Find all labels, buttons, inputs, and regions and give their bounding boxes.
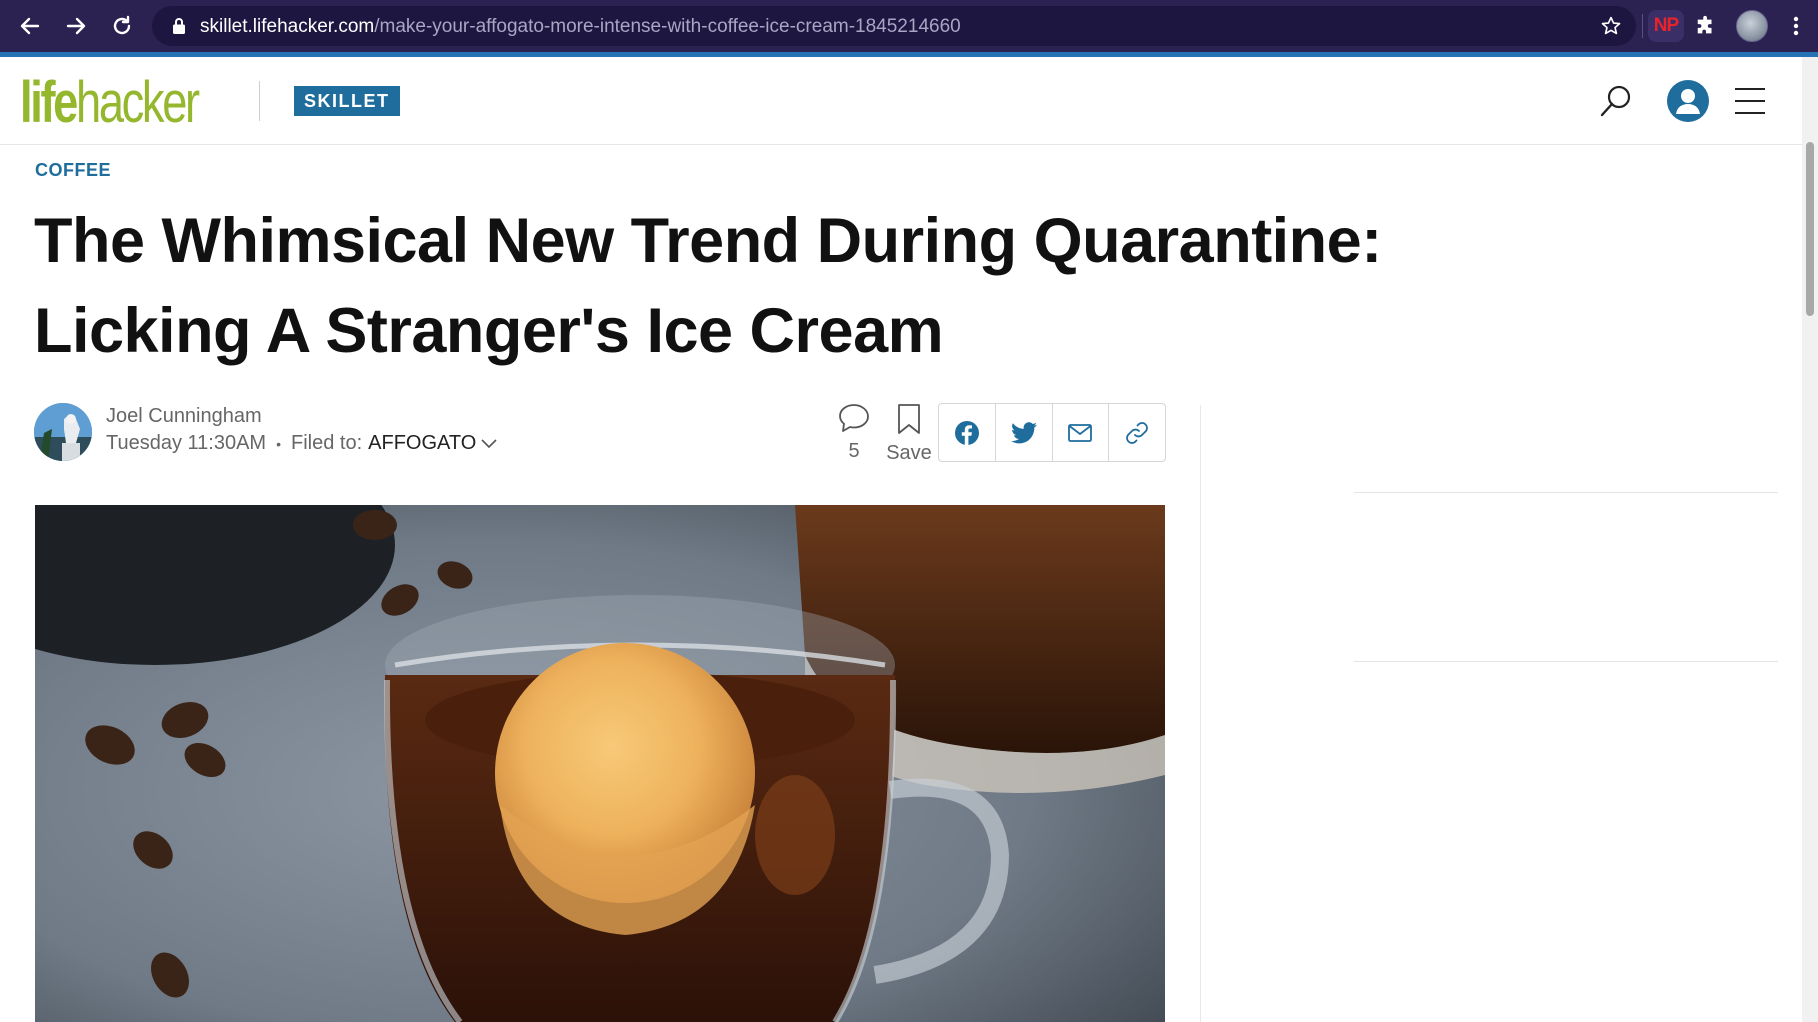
article-category-link[interactable]: COFFEE [35,160,111,181]
sidebar-divider [1200,405,1201,1022]
link-icon [1126,421,1149,444]
publish-date: Tuesday 11:30AM [106,432,267,454]
filed-to-tag-link[interactable]: AFFOGATO [368,432,476,455]
back-button[interactable] [12,8,48,44]
logo-text-hacker: hacker [76,70,200,135]
share-twitter-button[interactable] [996,404,1053,461]
star-icon[interactable] [1600,15,1622,37]
np-extension-button[interactable]: NP [1648,10,1684,42]
address-bar[interactable]: skillet.lifehacker.com/make-your-affogat… [152,6,1636,46]
forward-arrow-icon [66,17,86,35]
forward-button[interactable] [58,8,94,44]
url-text: skillet.lifehacker.com/make-your-affogat… [200,16,961,38]
user-icon [1667,80,1709,122]
comment-count: 5 [848,440,860,462]
site-header: life hacker SKILLET [0,57,1802,145]
account-button[interactable] [1666,79,1710,123]
puzzle-icon [1697,15,1712,34]
hamburger-menu-icon [1735,88,1765,114]
chrome-menu-button[interactable] [1778,8,1814,44]
profile-avatar[interactable] [1736,10,1768,42]
kebab-menu-icon [1793,16,1799,36]
lifehacker-logo[interactable]: life hacker [20,69,200,135]
menu-button[interactable] [1734,79,1766,123]
sidebar-ad-rule-top [1354,492,1778,493]
page-scrollbar-thumb[interactable] [1806,142,1814,316]
comment-bubble-icon [839,404,869,432]
author-avatar[interactable] [34,403,92,461]
header-divider [259,81,260,121]
byline-separator-dot: • [276,435,281,452]
share-toolbar [938,403,1166,462]
hero-illustration [35,505,1165,1022]
twitter-icon [1010,421,1037,443]
sidebar-ad-rule-bottom [1354,661,1778,662]
author-name[interactable]: Joel Cunningham [106,405,262,428]
facebook-icon [954,420,979,445]
save-button[interactable]: Save [886,403,932,465]
chevron-down-icon[interactable] [480,438,498,450]
filed-to-label: Filed to: [291,432,363,454]
search-icon [1600,85,1631,117]
url-path: /make-your-affogato-more-intense-with-co… [374,16,961,37]
browser-toolbar: skillet.lifehacker.com/make-your-affogat… [0,0,1818,52]
share-facebook-button[interactable] [939,404,996,461]
share-email-button[interactable] [1053,404,1110,461]
section-badge-skillet[interactable]: SKILLET [294,86,400,116]
mail-icon [1068,423,1093,442]
toolbar-divider [1642,14,1643,38]
copy-link-button[interactable] [1109,404,1165,461]
logo-text-life: life [20,70,78,135]
bookmark-icon [898,404,920,434]
url-host: skillet.lifehacker.com [200,16,375,37]
author-photo [34,403,92,461]
back-arrow-icon [20,17,40,35]
lock-icon [173,18,185,34]
article-headline: The Whimsical New Trend During Quarantin… [34,206,1382,366]
reload-icon [113,15,131,35]
hero-image-affogato [35,505,1165,1022]
search-button[interactable] [1596,79,1636,123]
comments-button[interactable]: 5 [836,403,872,463]
extensions-button[interactable] [1688,8,1724,44]
reload-button[interactable] [104,8,140,44]
save-label: Save [886,442,932,464]
byline-meta: Tuesday 11:30AM • Filed to: AFFOGATO [106,432,498,455]
